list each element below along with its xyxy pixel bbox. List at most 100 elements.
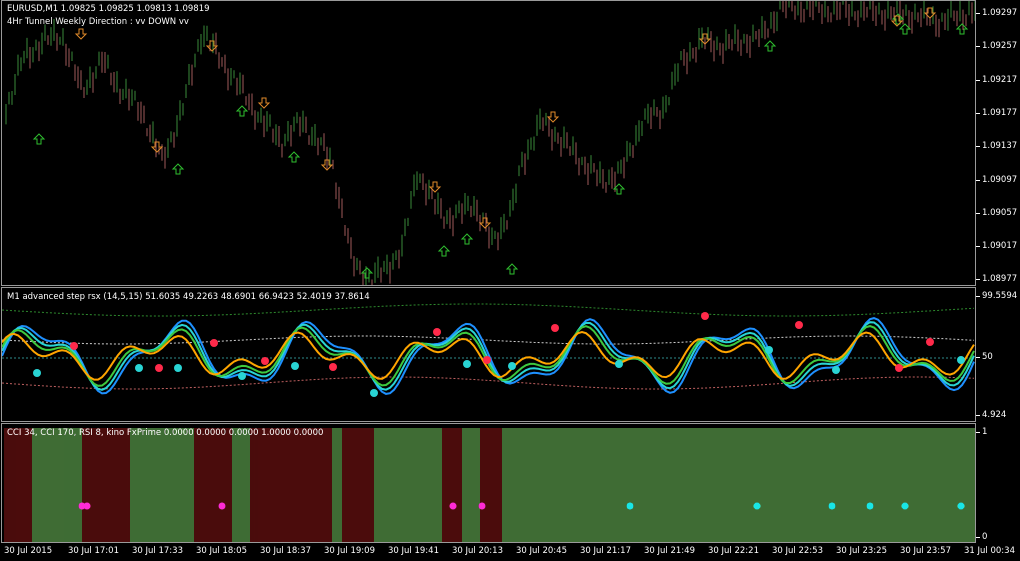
rsx-cyan-line: [2, 317, 975, 395]
rsx-sell-dot: [329, 363, 337, 371]
price-chart-pane[interactable]: EURUSD,M1 1.09825 1.09825 1.09813 1.0981…: [1, 0, 976, 286]
rsx-sell-dot: [483, 356, 491, 364]
up-arrow-icon: [171, 163, 185, 175]
rsx-sell-dot: [895, 364, 903, 372]
price-tick-mark: [976, 113, 980, 114]
time-label-1: 30 Jul 17:01: [68, 546, 119, 556]
up-arrow-icon: [437, 245, 451, 257]
up-arrow-icon: [505, 263, 519, 275]
time-label-7: 30 Jul 20:13: [452, 546, 503, 556]
price-tick-3: 1.09177: [982, 108, 1018, 118]
rsx-title: M1 advanced step rsx (14,5,15) 51.6035 4…: [7, 292, 370, 302]
price-tick-4: 1.09137: [982, 141, 1018, 151]
price-axis: 1.09297 1.09257 1.09217 1.09177 1.09137 1.090…: [976, 0, 1020, 286]
rsx-tick-2: 4.924: [982, 410, 1007, 420]
time-label-3: 30 Jul 18:05: [196, 546, 247, 556]
cci-buy-dot: [866, 502, 874, 510]
cci-buy-dot: [901, 502, 909, 510]
rsx-buy-dot: [238, 372, 246, 380]
time-label-0: 30 Jul 2015: [4, 546, 53, 556]
price-tick-6: 1.09057: [982, 208, 1018, 218]
time-label-14: 30 Jul 23:57: [900, 546, 951, 556]
rsx-buy-dot: [832, 366, 840, 374]
rsx-buy-dot: [291, 362, 299, 370]
cci-tick-0: 1: [982, 427, 988, 437]
rsx-teal-line: [2, 321, 975, 391]
down-arrow-icon: [150, 141, 164, 153]
rsx-buy-dot: [135, 364, 143, 372]
price-tick-7: 1.09017: [982, 241, 1018, 251]
rsx-tick-mark: [976, 296, 980, 297]
cci-axis: 10: [976, 423, 1020, 543]
price-tick-mark: [976, 180, 980, 181]
rsx-sell-dot: [926, 338, 934, 346]
rsx-mid-upper-band: [2, 335, 975, 345]
price-tick-1: 1.09257: [982, 41, 1018, 51]
rsx-buy-dot: [508, 362, 516, 370]
time-label-5: 30 Jul 19:09: [324, 546, 375, 556]
cci-sell-dot: [478, 502, 486, 510]
rsx-upper-band: [2, 303, 975, 317]
price-tick-0: 1.09297: [982, 8, 1018, 18]
up-arrow-icon: [287, 151, 301, 163]
time-label-2: 30 Jul 17:33: [132, 546, 183, 556]
rsx-tick-1: 50: [982, 352, 993, 362]
cci-title: CCI 34, CCI 170, RSI 8, kino FxPrime 0.0…: [7, 428, 324, 438]
price-tick-mark: [976, 46, 980, 47]
cci-tick-mark: [976, 537, 980, 538]
time-label-10: 30 Jul 21:49: [644, 546, 695, 556]
rsx-buy-dot: [765, 346, 773, 354]
rsx-sell-dot: [795, 321, 803, 329]
cci-buy-dot: [828, 502, 836, 510]
price-tick-5: 1.09097: [982, 175, 1018, 185]
price-chart: [5, 1, 975, 285]
up-arrow-icon: [460, 233, 474, 245]
time-label-6: 30 Jul 19:41: [388, 546, 439, 556]
price-tick-mark: [976, 246, 980, 247]
rsx-sell-dot: [551, 324, 559, 332]
cci-tick-1: 0: [982, 532, 988, 542]
down-arrow-icon: [257, 97, 271, 109]
price-tick-mark: [976, 146, 980, 147]
rsx-sell-dot: [155, 364, 163, 372]
rsx-tick-0: 99.5594: [982, 291, 1018, 301]
rsx-lower-band: [2, 376, 975, 390]
symbol-label: EURUSD,M1 1.09825 1.09825 1.09813 1.0981…: [7, 4, 210, 14]
rsx-green-line: [2, 325, 975, 387]
price-tick-mark: [976, 13, 980, 14]
time-label-13: 30 Jul 23:25: [836, 546, 887, 556]
price-tick-8: 1.08977: [982, 274, 1018, 284]
time-label-9: 30 Jul 21:17: [580, 546, 631, 556]
time-axis: 30 Jul 2015 30 Jul 17:01 30 Jul 17:33 30 Ju…: [0, 544, 1020, 561]
time-label-4: 30 Jul 18:37: [260, 546, 311, 556]
time-label-15: 31 Jul 00:34: [964, 546, 1015, 556]
cci-chart: [4, 428, 975, 542]
rsx-buy-dot: [174, 364, 182, 372]
cci-sell-dot: [218, 502, 226, 510]
price-tick-mark: [976, 279, 980, 280]
up-arrow-icon: [235, 105, 249, 117]
cci-buy-dot: [753, 502, 761, 510]
rsx-sell-dot: [210, 339, 218, 347]
rsx-sell-dot: [433, 328, 441, 336]
tunnel-direction-label: 4Hr Tunnel Weekly Direction : vv DOWN vv: [7, 17, 189, 27]
cci-indicator-pane[interactable]: CCI 34, CCI 170, RSI 8, kino FxPrime 0.0…: [1, 423, 976, 543]
price-tick-2: 1.09217: [982, 75, 1018, 85]
rsx-buy-dot: [370, 389, 378, 397]
rsx-tick-mark: [976, 415, 980, 416]
price-tick-mark: [976, 80, 980, 81]
rsx-buy-dot: [957, 356, 965, 364]
rsx-buy-dot: [463, 360, 471, 368]
down-arrow-icon: [74, 28, 88, 40]
up-arrow-icon: [763, 40, 777, 52]
rsx-tick-mark: [976, 357, 980, 358]
rsx-buy-dot: [33, 369, 41, 377]
rsx-indicator-pane[interactable]: M1 advanced step rsx (14,5,15) 51.6035 4…: [1, 287, 976, 422]
cci-sell-dot: [83, 502, 91, 510]
rsx-sell-dot: [70, 342, 78, 350]
cci-sell-dot: [449, 502, 457, 510]
price-tick-mark: [976, 213, 980, 214]
rsx-sell-dot: [701, 312, 709, 320]
rsx-chart: [2, 303, 975, 397]
cci-tick-mark: [976, 432, 980, 433]
